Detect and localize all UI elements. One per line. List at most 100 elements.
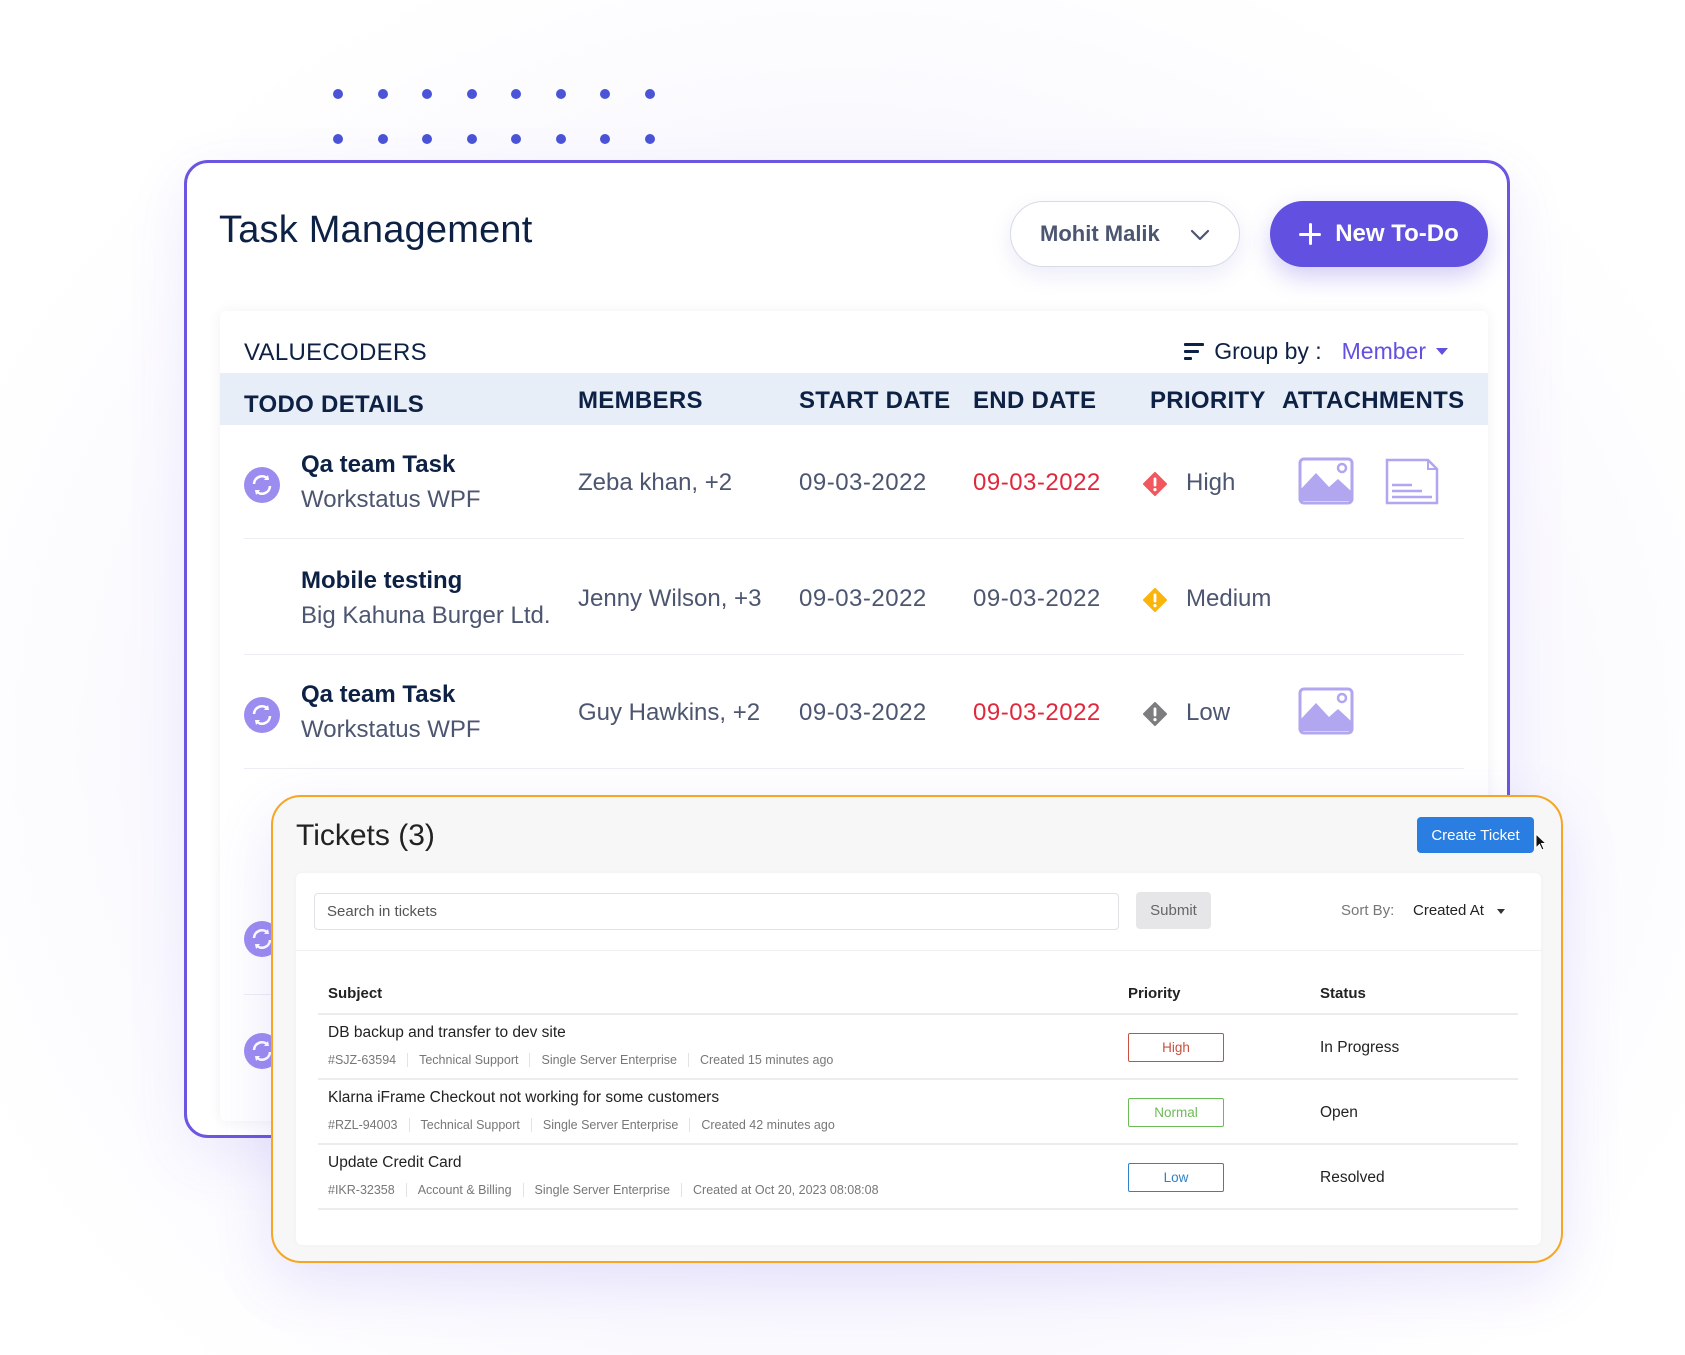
ticket-plan: Single Server Enterprise — [530, 1118, 689, 1132]
todo-name[interactable]: Qa team Task — [301, 451, 455, 479]
todo-start-date: 09-03-2022 — [799, 699, 927, 726]
decorative-dots — [333, 89, 663, 149]
decorative-dot — [466, 134, 477, 144]
tickets-panel: Tickets (3) Create Ticket Submit Sort By… — [271, 795, 1563, 1263]
decorative-dot — [511, 89, 521, 99]
decorative-dot — [466, 89, 477, 99]
decorative-dot — [422, 89, 432, 99]
ticket-priority-badge: Normal — [1128, 1098, 1224, 1127]
ticket-id: #SJZ-63594 — [328, 1053, 397, 1067]
ticket-category: Account & Billing — [405, 1183, 523, 1197]
sort-by-dropdown[interactable]: Created At — [1413, 902, 1484, 919]
decorative-dot — [333, 89, 343, 99]
column-header-todo-details[interactable]: TODO DETAILS — [244, 391, 424, 419]
sort-lines-icon — [1184, 342, 1206, 361]
ticket-meta: #SJZ-63594 Technical Support Single Server… — [328, 1053, 844, 1067]
user-select-value: Mohit Malik — [1040, 221, 1160, 246]
todo-start-date: 09-03-2022 — [799, 469, 927, 496]
column-header-priority[interactable]: PRIORITY — [1150, 387, 1266, 415]
decorative-dot — [600, 134, 610, 144]
decorative-dot — [511, 134, 521, 144]
chevron-down-icon — [1190, 229, 1210, 241]
ticket-plan: Single Server Enterprise — [529, 1053, 687, 1067]
column-header-status: Status — [1320, 985, 1366, 1002]
table-header: TODO DETAILS MEMBERS START DATE END DATE… — [220, 373, 1488, 425]
decorative-dot — [333, 134, 343, 144]
ticket-status: Open — [1320, 1104, 1358, 1121]
todo-project: Workstatus WPF — [301, 486, 481, 513]
group-by-value[interactable]: Member — [1342, 338, 1426, 365]
group-by-control[interactable]: Group by : Member — [1184, 338, 1448, 365]
todo-name[interactable]: Qa team Task — [301, 681, 455, 709]
decorative-dot — [422, 134, 432, 144]
priority-high-icon — [1143, 472, 1167, 496]
todo-end-date: 09-03-2022 — [973, 469, 1101, 496]
ticket-row[interactable]: Klarna iFrame Checkout not working for s… — [318, 1080, 1518, 1145]
decorative-dot — [644, 134, 655, 144]
ticket-created: Created 42 minutes ago — [689, 1118, 845, 1132]
ticket-meta: #RZL-94003 Technical Support Single Server… — [328, 1118, 846, 1132]
ticket-id: #IKR-32358 — [328, 1183, 395, 1197]
todo-priority: Medium — [1186, 585, 1272, 612]
tickets-toolbar: Submit Sort By: Created At — [296, 873, 1541, 951]
document-attachment-icon[interactable] — [1384, 457, 1440, 505]
ticket-meta: #IKR-32358 Account & Billing Single Server… — [328, 1183, 890, 1197]
organization-name: VALUECODERS — [244, 339, 427, 366]
group-by-label: Group by : — [1214, 338, 1322, 364]
ticket-search-input[interactable] — [314, 893, 1119, 930]
todo-end-date: 09-03-2022 — [973, 699, 1101, 726]
table-row[interactable]: Mobile testing Big Kahuna Burger Ltd. Jenn… — [244, 541, 1464, 655]
image-attachment-icon[interactable] — [1298, 457, 1354, 505]
tickets-title: Tickets (3) — [296, 819, 435, 852]
ticket-created: Created 15 minutes ago — [687, 1053, 844, 1067]
ticket-id: #RZL-94003 — [328, 1118, 398, 1132]
column-header-end-date[interactable]: END DATE — [973, 387, 1096, 415]
priority-medium-icon — [1143, 588, 1167, 612]
todo-project: Big Kahuna Burger Ltd. — [301, 602, 551, 629]
column-header-start-date[interactable]: START DATE — [799, 387, 950, 415]
todo-priority: Low — [1186, 699, 1231, 726]
recurring-sync-icon — [244, 697, 280, 733]
column-header-attachments[interactable]: ATTACHMENTS — [1282, 387, 1464, 415]
ticket-subject[interactable]: Update Credit Card — [328, 1154, 462, 1172]
column-header-members[interactable]: MEMBERS — [578, 387, 703, 415]
sort-by-label: Sort By: — [1341, 902, 1395, 919]
todo-start-date: 09-03-2022 — [799, 585, 927, 612]
todo-members[interactable]: Zeba khan, +2 — [578, 469, 732, 497]
ticket-priority-badge: High — [1128, 1033, 1224, 1062]
decorative-dot — [555, 89, 566, 99]
ticket-subject[interactable]: Klarna iFrame Checkout not working for s… — [328, 1089, 719, 1107]
image-attachment-icon[interactable] — [1298, 687, 1354, 735]
ticket-subject[interactable]: DB backup and transfer to dev site — [328, 1024, 566, 1042]
new-todo-button[interactable]: New To-Do — [1270, 201, 1488, 267]
caret-down-icon — [1436, 348, 1448, 355]
decorative-dot — [600, 89, 610, 99]
ticket-status: Resolved — [1320, 1169, 1385, 1186]
mouse-cursor-icon — [1535, 833, 1547, 851]
table-row[interactable]: Qa team Task Workstatus WPF Zeba khan, +2 0… — [244, 425, 1464, 539]
todo-name[interactable]: Mobile testing — [301, 567, 462, 595]
decorative-dot — [377, 134, 388, 144]
ticket-row[interactable]: DB backup and transfer to dev site #SJZ-6… — [318, 1015, 1518, 1080]
todo-members[interactable]: Jenny Wilson, +3 — [578, 585, 761, 613]
ticket-row[interactable]: Update Credit Card #IKR-32358 Account & Bi… — [318, 1145, 1518, 1210]
ticket-category: Technical Support — [408, 1118, 531, 1132]
ticket-plan: Single Server Enterprise — [522, 1183, 681, 1197]
user-select-dropdown[interactable]: Mohit Malik — [1010, 201, 1240, 267]
tickets-table-container: Submit Sort By: Created At Subject Prior… — [296, 873, 1541, 1245]
todo-priority: High — [1186, 469, 1236, 496]
ticket-category: Technical Support — [407, 1053, 529, 1067]
page-title: Task Management — [219, 209, 533, 251]
submit-button[interactable]: Submit — [1136, 892, 1211, 929]
plus-icon — [1299, 223, 1322, 245]
new-todo-label: New To-Do — [1335, 220, 1459, 247]
decorative-dot — [644, 89, 655, 99]
ticket-created: Created at Oct 20, 2023 08:08:08 — [681, 1183, 890, 1197]
decorative-dot — [377, 89, 388, 99]
table-row[interactable]: Qa team Task Workstatus WPF Guy Hawkins, +… — [244, 655, 1464, 769]
ticket-priority-badge: Low — [1128, 1163, 1224, 1192]
todo-project: Workstatus WPF — [301, 716, 481, 743]
create-ticket-button[interactable]: Create Ticket — [1417, 817, 1534, 853]
priority-low-icon — [1143, 702, 1167, 726]
todo-members[interactable]: Guy Hawkins, +2 — [578, 699, 760, 727]
